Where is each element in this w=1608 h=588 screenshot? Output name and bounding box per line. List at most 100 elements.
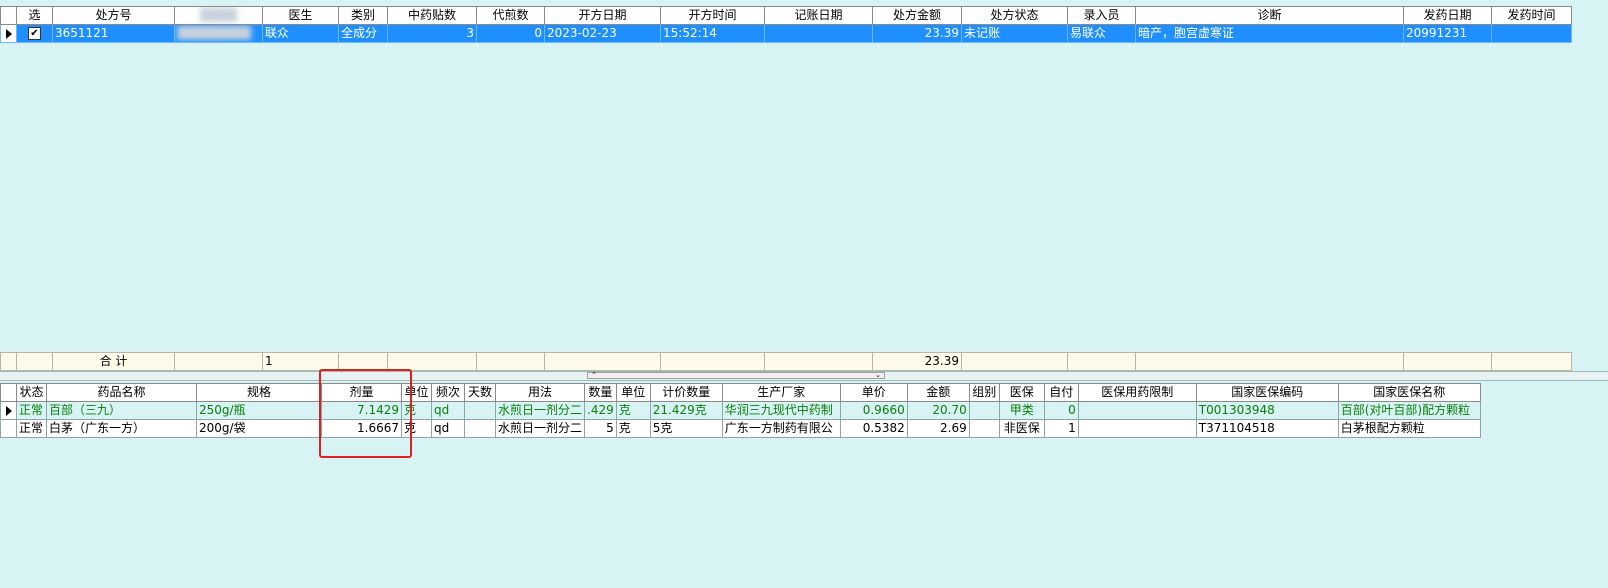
col-select[interactable]: 选 [16,6,53,25]
cell-insurance: 非医保 [998,419,1045,438]
cell-bill-date [764,24,873,43]
col-bill-quantity[interactable]: 计价数量 [649,383,723,402]
cell-operator: 易联众 [1067,24,1136,43]
col-frequency[interactable]: 频次 [431,383,465,402]
col-doctor[interactable]: 医生 [262,6,339,25]
col-dispense-date[interactable]: 发药日期 [1403,6,1492,25]
col-rx-no[interactable]: 处方号 [52,6,175,25]
cell-decoct-count: 0 [476,24,545,43]
col-national-name[interactable]: 国家医保名称 [1337,383,1481,402]
cell-bill-quantity: 21.429克 [649,401,723,420]
summary-empty [338,352,388,371]
col-rx-time[interactable]: 开方时间 [660,6,765,25]
col-total[interactable]: 金额 [906,383,970,402]
cell-dose: 7.1429 [321,401,402,420]
cell-drug-status: 正常 [16,401,47,420]
col-category[interactable]: 类别 [338,6,388,25]
table-row[interactable]: 正常 白茅（广东一方） 200g/袋 1.6667 克 qd 水煎日一剂分二 5… [0,419,1481,438]
cell-quantity-unit: 克 [615,401,651,420]
prescription-header-row: 选 处方号 ████ 医生 类别 中药贴数 代煎数 开方日期 开方时间 记账日期… [0,6,1572,25]
pane-splitter[interactable]: ⌃ ⌄ [0,371,1608,381]
cell-drug-name: 白茅（广东一方） [46,419,197,438]
summary-herb-doses: 1 [262,352,339,371]
col-drug-status[interactable]: 状态 [16,383,47,402]
col-days[interactable]: 天数 [464,383,496,402]
chevron-down-icon[interactable]: ⌄ [875,372,881,379]
col-self-pay[interactable]: 自付 [1043,383,1079,402]
row-pointer-icon [0,401,17,420]
table-row[interactable]: ✔ 3651121 ████████ 联众 全成分 3 0 2023-02-23… [0,24,1572,43]
col-dispense-time[interactable]: 发药时间 [1491,6,1572,25]
col-group[interactable]: 组别 [968,383,1000,402]
cell-insurance: 甲类 [998,401,1045,420]
drug-header-row: 状态 药品名称 规格 剂量 单位 频次 天数 用法 数量 单位 计价数量 生产厂… [0,383,1481,402]
col-dose[interactable]: 剂量 [321,383,402,402]
col-decoct-count[interactable]: 代煎数 [476,6,545,25]
col-bill-date[interactable]: 记账日期 [764,6,873,25]
summary-empty [1491,352,1572,371]
cell-manufacturer: 广东一方制药有限公 [721,419,841,438]
summary-empty [1067,352,1136,371]
cell-doctor: 联众 [262,24,339,43]
col-manufacturer[interactable]: 生产厂家 [721,383,841,402]
cell-dose: 1.6667 [321,419,402,438]
table-row[interactable]: 正常 百部（三九） 250g/瓶 7.1429 克 qd 水煎日一剂分二 .42… [0,401,1481,420]
cell-unit-price: 0.5382 [839,419,908,438]
splitter-grip[interactable]: ⌃ ⌄ [587,372,885,379]
col-rx-date[interactable]: 开方日期 [544,6,661,25]
col-quantity[interactable]: 数量 [584,383,617,402]
cell-group [968,401,1000,420]
row-pointer-icon [0,24,17,43]
cell-usage: 水煎日一剂分二 [494,401,586,420]
col-insurance-limit[interactable]: 医保用药限制 [1077,383,1197,402]
col-national-code[interactable]: 国家医保编码 [1195,383,1339,402]
prescription-table: 选 处方号 ████ 医生 类别 中药贴数 代煎数 开方日期 开方时间 记账日期… [0,6,1572,43]
col-amount[interactable]: 处方金额 [872,6,962,25]
summary-indicator [0,352,17,371]
cell-drug-name: 百部（三九） [46,401,197,420]
summary-empty [544,352,661,371]
col-insurance[interactable]: 医保 [998,383,1045,402]
col-drug-name[interactable]: 药品名称 [46,383,197,402]
col-spec[interactable]: 规格 [196,383,322,402]
drug-grid: 状态 药品名称 规格 剂量 单位 频次 天数 用法 数量 单位 计价数量 生产厂… [0,383,1608,438]
cell-dispense-date: 20991231 [1403,24,1492,43]
cell-rx-time: 15:52:14 [660,24,765,43]
cell-dispense-time [1491,24,1572,43]
col-status[interactable]: 处方状态 [961,6,1068,25]
col-unit-price[interactable]: 单价 [839,383,908,402]
summary-empty [961,352,1068,371]
cell-frequency: qd [431,419,465,438]
col-quantity-unit[interactable]: 单位 [615,383,651,402]
cell-national-code: T371104518 [1195,419,1339,438]
summary-empty [174,352,263,371]
cell-self-pay: 1 [1043,419,1079,438]
col-herb-doses[interactable]: 中药贴数 [387,6,477,25]
cell-spec: 250g/瓶 [196,401,322,420]
col-usage[interactable]: 用法 [494,383,586,402]
summary-empty [16,352,53,371]
drug-table: 状态 药品名称 规格 剂量 单位 频次 天数 用法 数量 单位 计价数量 生产厂… [0,383,1481,438]
col-dose-unit[interactable]: 单位 [401,383,432,402]
col-blurred[interactable]: ████ [174,6,263,25]
summary-empty [387,352,477,371]
prescription-summary: 合 计 1 23.39 [0,352,1608,371]
cell-rx-no: 3651121 [52,24,175,43]
cell-herb-doses: 3 [387,24,477,43]
col-diagnosis[interactable]: 诊断 [1135,6,1404,25]
select-checkbox[interactable]: ✔ [16,24,53,43]
chevron-up-icon[interactable]: ⌃ [591,372,597,379]
cell-total: 2.69 [906,419,970,438]
cell-amount: 23.39 [872,24,962,43]
cell-manufacturer: 华润三九现代中药制 [721,401,841,420]
cell-group [968,419,1000,438]
cell-unit-price: 0.9660 [839,401,908,420]
cell-spec: 200g/袋 [196,419,322,438]
col-operator[interactable]: 录入员 [1067,6,1136,25]
cell-insurance-limit [1077,419,1197,438]
cell-days [464,401,496,420]
cell-national-code: T001303948 [1195,401,1339,420]
cell-status: 未记账 [961,24,1068,43]
cell-usage: 水煎日一剂分二 [494,419,586,438]
cell-quantity: .429 [584,401,617,420]
